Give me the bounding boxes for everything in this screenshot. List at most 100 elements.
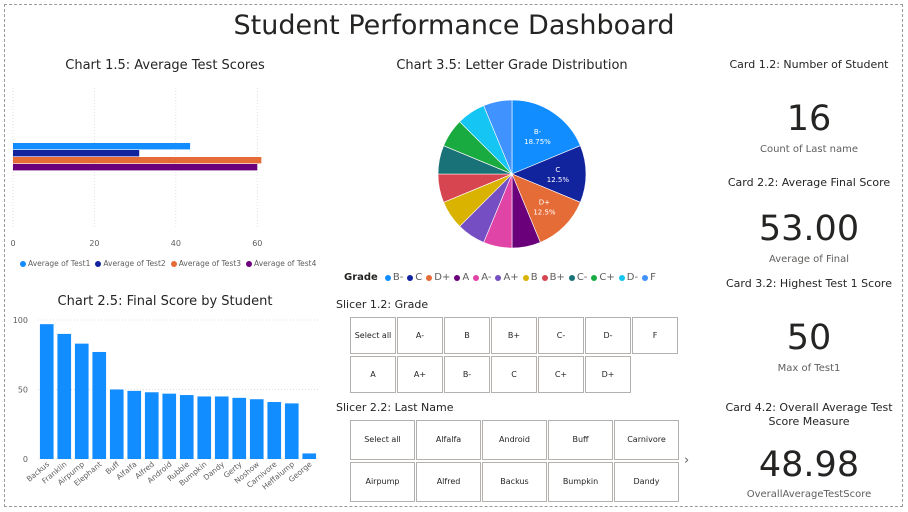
letter-grade-pie-chart[interactable]: B- 18.75% C 12.5% D+ 12.5% <box>430 92 594 256</box>
y-tick-label: 50 <box>18 386 28 395</box>
legend-dot-icon <box>568 274 575 281</box>
legend-title: Grade <box>344 272 378 283</box>
slicer-tile-alfred[interactable]: Alfred <box>416 462 481 502</box>
bar-alfalfa[interactable] <box>127 390 142 459</box>
chart-3-title: Chart 3.5: Letter Grade Distribution <box>396 58 628 73</box>
legend-item[interactable]: A+ <box>495 272 519 283</box>
bar-franklin[interactable] <box>57 333 72 459</box>
legend-dot-icon <box>473 274 480 281</box>
x-tick-label: Alfalfa <box>115 460 139 482</box>
bar-elephant[interactable] <box>92 351 107 459</box>
legend-label: C- <box>576 272 588 283</box>
bar-gerty[interactable] <box>232 397 247 459</box>
chart-3-legend: Grade B- C D+ A A- A+ B B+ C- C+ D- F <box>344 272 656 283</box>
slicer-tile-a-[interactable]: A- <box>397 317 443 354</box>
pie-data-value: 12.5% <box>533 208 556 216</box>
legend-label: Average of Test3 <box>178 259 242 268</box>
pie-data-label: C <box>555 166 560 174</box>
bar-average-of-test3[interactable] <box>13 157 262 164</box>
card-3-title: Card 3.2: Highest Test 1 Score <box>726 277 892 290</box>
average-test-scores-chart[interactable]: 0 20 40 60 <box>8 78 308 256</box>
slicer-tile-backus[interactable]: Backus <box>482 462 547 502</box>
legend-item[interactable]: B+ <box>541 272 565 283</box>
legend-item[interactable]: B- <box>384 272 403 283</box>
bar-george[interactable] <box>302 453 317 459</box>
legend-item[interactable]: B <box>522 272 538 283</box>
legend-item[interactable]: A <box>454 272 469 283</box>
slicer-tile-c+[interactable]: C+ <box>538 356 584 393</box>
legend-item[interactable]: C+ <box>591 272 615 283</box>
slicer-tile-b+[interactable]: B+ <box>491 317 537 354</box>
bar-airpump[interactable] <box>74 343 89 459</box>
legend-dot-icon <box>426 274 433 281</box>
slicer-tile-airpump[interactable]: Airpump <box>350 462 415 502</box>
legend-item[interactable]: Average of Test4 <box>246 259 316 268</box>
legend-dot-icon <box>170 260 177 267</box>
card-1-label: Count of Last name <box>759 144 859 155</box>
legend-item[interactable]: Average of Test3 <box>170 259 242 268</box>
bar-bumpkin[interactable] <box>197 396 212 459</box>
bar-rubble[interactable] <box>179 395 194 459</box>
legend-label: Average of Test4 <box>254 259 317 268</box>
slicer-tile-c-[interactable]: C- <box>538 317 584 354</box>
legend-item[interactable]: A- <box>473 272 491 283</box>
slicer-tile-b[interactable]: B <box>444 317 490 354</box>
bar-carnivore[interactable] <box>267 402 282 459</box>
bar-noshow[interactable] <box>249 399 264 459</box>
slicer-tile-bumpkin[interactable]: Bumpkin <box>548 462 613 502</box>
bar-average-of-test1[interactable] <box>13 143 191 150</box>
legend-label: A <box>462 272 470 283</box>
card-4-value: 48.98 <box>758 445 860 485</box>
page-title: Student Performance Dashboard <box>233 10 675 41</box>
slicer-tile-select-all[interactable]: Select all <box>350 317 396 354</box>
slicer-tile-select-all[interactable]: Select all <box>350 420 415 460</box>
legend-dot-icon <box>407 274 414 281</box>
chevron-right-icon[interactable]: › <box>684 453 689 468</box>
bar-android[interactable] <box>162 393 177 459</box>
legend-label: C <box>415 272 423 283</box>
bar-heffalump[interactable] <box>284 403 299 459</box>
legend-dot-icon <box>384 274 391 281</box>
bar-dandy[interactable] <box>214 396 229 459</box>
pie-data-label: D+ <box>539 198 550 206</box>
legend-item[interactable]: Average of Test2 <box>95 259 166 268</box>
card-3-value: 50 <box>786 318 832 358</box>
card-4-title: Card 4.2: Overall Average Test Score Mea… <box>725 401 893 428</box>
legend-dot-icon <box>618 274 625 281</box>
bar-average-of-test4[interactable] <box>13 164 258 171</box>
legend-item[interactable]: Average of Test1 <box>20 259 90 268</box>
bar-alfred[interactable] <box>144 392 159 459</box>
slicer-tile-b-[interactable]: B- <box>444 356 490 393</box>
slicer-tile-alfalfa[interactable]: Alfalfa <box>416 420 481 460</box>
slicer-tile-d-[interactable]: D- <box>585 317 631 354</box>
legend-item[interactable]: D- <box>618 272 638 283</box>
legend-item[interactable]: D+ <box>426 272 450 283</box>
final-score-by-student-chart[interactable]: 050100BackusFranklinAirpumpElephant BuffA… <box>8 312 320 508</box>
legend-item[interactable]: F <box>642 272 656 283</box>
legend-label: B <box>530 272 538 283</box>
legend-label: Average of Test1 <box>28 259 91 268</box>
bar-buff[interactable] <box>109 389 124 460</box>
legend-item[interactable]: C <box>407 272 422 283</box>
slicer-tile-a[interactable]: A <box>350 356 396 393</box>
card-3-label: Max of Test1 <box>777 363 841 374</box>
slicer-tile-dandy[interactable]: Dandy <box>614 462 679 502</box>
legend-label: A- <box>481 272 492 283</box>
slicer-tile-f[interactable]: F <box>632 317 678 354</box>
slicer-name-title: Slicer 2.2: Last Name <box>336 401 454 414</box>
slicer-tile-c[interactable]: C <box>491 356 537 393</box>
card-1-value: 16 <box>786 99 832 139</box>
slicer-tile-android[interactable]: Android <box>482 420 547 460</box>
x-tick-label: 40 <box>171 239 181 248</box>
bar-backus[interactable] <box>39 324 54 459</box>
legend-dot-icon <box>541 274 548 281</box>
legend-item[interactable]: C- <box>568 272 588 283</box>
bar-average-of-test2[interactable] <box>13 150 140 157</box>
x-tick-label: Dandy <box>202 459 227 482</box>
card-4-label: OverallAverageTestScore <box>746 489 872 500</box>
slicer-tile-buff[interactable]: Buff <box>548 420 613 460</box>
pie-data-value: 12.5% <box>547 176 570 184</box>
slicer-tile-a+[interactable]: A+ <box>397 356 443 393</box>
slicer-tile-d+[interactable]: D+ <box>585 356 631 393</box>
slicer-tile-carnivore[interactable]: Carnivore <box>614 420 679 460</box>
